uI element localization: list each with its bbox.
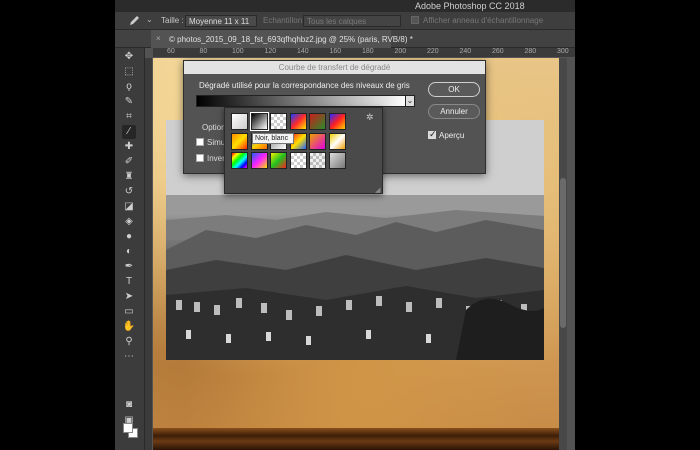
eyedropper-icon[interactable] [127,14,141,28]
eraser-tool-icon[interactable]: ◪ [122,200,136,214]
sample-select[interactable]: Tous les calques [303,15,401,27]
tools-panel: ✥ ⬚ ϙ ✎ ⌗ ⁄ ✚ ✐ ♜ ↺ ◪ ◈ ● ◐ ✒ T ➤ ▭ ✋ ⚲ … [115,48,145,450]
invert-label: Inver [207,154,225,163]
options-bar: ⌄ Taille : Moyenne 11 x 11 Echantillon :… [115,12,575,30]
move-tool-icon[interactable]: ✥ [122,50,136,64]
quick-mask-icon[interactable]: ◙ [122,398,136,412]
simulate-checkbox[interactable] [196,138,204,146]
preview-label: Aperçu [439,131,465,140]
gradient-swatch[interactable] [231,152,248,169]
resize-handle-icon[interactable]: ◢ [375,186,380,194]
brush-tool-icon[interactable]: ✐ [122,155,136,169]
parchment-burnt-edge [153,428,567,450]
ruler-tick: 120 [264,48,277,55]
horizontal-ruler: 60 80 100 120 140 160 180 200 220 240 260 280 300 [153,48,575,58]
crop-tool-icon[interactable]: ⌗ [122,110,136,124]
close-tab-icon[interactable]: × [156,34,161,43]
ruler-tick: 180 [362,48,374,55]
gradient-swatch[interactable] [270,152,287,169]
gradient-swatch[interactable] [309,152,326,169]
gradient-swatch[interactable] [231,132,248,150]
lasso-tool-icon[interactable]: ϙ [122,80,136,94]
gradient-swatch[interactable] [309,113,326,130]
simulate-label: Simu [207,138,226,147]
healing-tool-icon[interactable]: ✚ [122,140,136,154]
ruler-tick: 100 [232,48,244,55]
gradient-swatch[interactable] [270,113,287,130]
size-select[interactable]: Moyenne 11 x 11 [185,15,257,27]
gradient-swatch[interactable] [309,132,326,150]
ruler-tick: 260 [492,48,504,55]
ruler-tick: 280 [524,48,537,55]
ruler-tick: 140 [297,48,309,55]
gradient-swatch[interactable] [249,112,269,131]
gradient-swatch[interactable] [328,132,346,150]
gradient-swatch[interactable] [328,152,346,169]
sampling-ring-checkbox[interactable] [411,16,419,24]
gradient-swatch[interactable] [289,113,307,130]
preview-checkbox[interactable] [428,129,437,140]
title-bar: Adobe Photoshop CC 2018 [115,0,575,12]
ruler-tick: 160 [329,48,342,55]
stamp-tool-icon[interactable]: ♜ [122,170,136,184]
gear-icon[interactable]: ✲ [366,112,374,123]
paint-bucket-icon[interactable]: ◈ [122,215,136,229]
quick-select-tool-icon[interactable]: ✎ [122,95,136,109]
ruler-tick: 300 [557,48,569,55]
more-tools-icon[interactable]: ⋯ [122,350,136,364]
gradient-swatch[interactable] [328,113,346,130]
ruler-tick: 60 [167,48,175,55]
path-select-icon[interactable]: ➤ [122,290,136,304]
invert-option[interactable]: Inver [196,154,225,163]
ruler-tick: 240 [459,48,472,55]
gradient-dropdown-caret-icon[interactable]: ⌄ [405,95,415,107]
options-label: Option [202,123,226,132]
blur-tool-icon[interactable]: ● [122,230,136,244]
gradient-picker-popup: ✲ ◢ [224,107,383,194]
sampling-ring-label: Afficher anneau d'échantillonnage [423,16,544,25]
scrollbar-thumb[interactable] [560,178,566,328]
vertical-scrollbar[interactable] [559,58,567,450]
ruler-tick: 80 [199,48,208,55]
size-label: Taille : [161,16,184,25]
document-tab[interactable]: × © photos_2015_09_18_fst_693qfhqhbz2.jp… [151,30,413,48]
document-tab-title: © photos_2015_09_18_fst_693qfhqhbz2.jpg … [169,35,413,44]
zoom-tool-icon[interactable]: ⚲ [122,335,136,349]
hand-tool-icon[interactable]: ✋ [122,320,136,334]
cancel-button[interactable]: Annuler [428,104,480,119]
ruler-tick: 200 [394,48,407,55]
vertical-ruler [145,58,153,450]
ok-button[interactable]: OK [428,82,480,97]
history-brush-icon[interactable]: ↺ [122,185,136,199]
gradient-label: Dégradé utilisé pour la correspondance d… [199,81,410,90]
gradient-tooltip: Noir, blanc [252,133,294,144]
marquee-tool-icon[interactable]: ⬚ [122,65,136,79]
shape-tool-icon[interactable]: ▭ [122,305,136,319]
gradient-swatch[interactable] [250,152,268,169]
gradient-preview-bar[interactable] [196,95,408,107]
eyedropper-tool-icon[interactable]: ⁄ [122,125,136,139]
sample-label: Echantillon : [263,16,307,25]
tool-preset-caret-icon[interactable]: ⌄ [146,15,153,24]
foreground-color-swatch[interactable] [123,423,133,433]
simulate-option[interactable]: Simu [196,138,225,147]
gradient-swatch[interactable] [231,113,248,130]
preview-option[interactable]: Aperçu [428,129,465,140]
pen-tool-icon[interactable]: ✒ [122,260,136,274]
invert-checkbox[interactable] [196,154,204,162]
dodge-tool-icon[interactable]: ◐ [122,245,136,259]
gradient-swatch[interactable] [289,152,307,169]
dialog-title: Courbe de transfert de dégradé [184,61,485,74]
type-tool-icon[interactable]: T [122,275,136,289]
ruler-tick: 220 [427,48,439,55]
app-title: Adobe Photoshop CC 2018 [415,1,525,11]
document-tabs: × © photos_2015_09_18_fst_693qfhqhbz2.jp… [115,30,575,48]
